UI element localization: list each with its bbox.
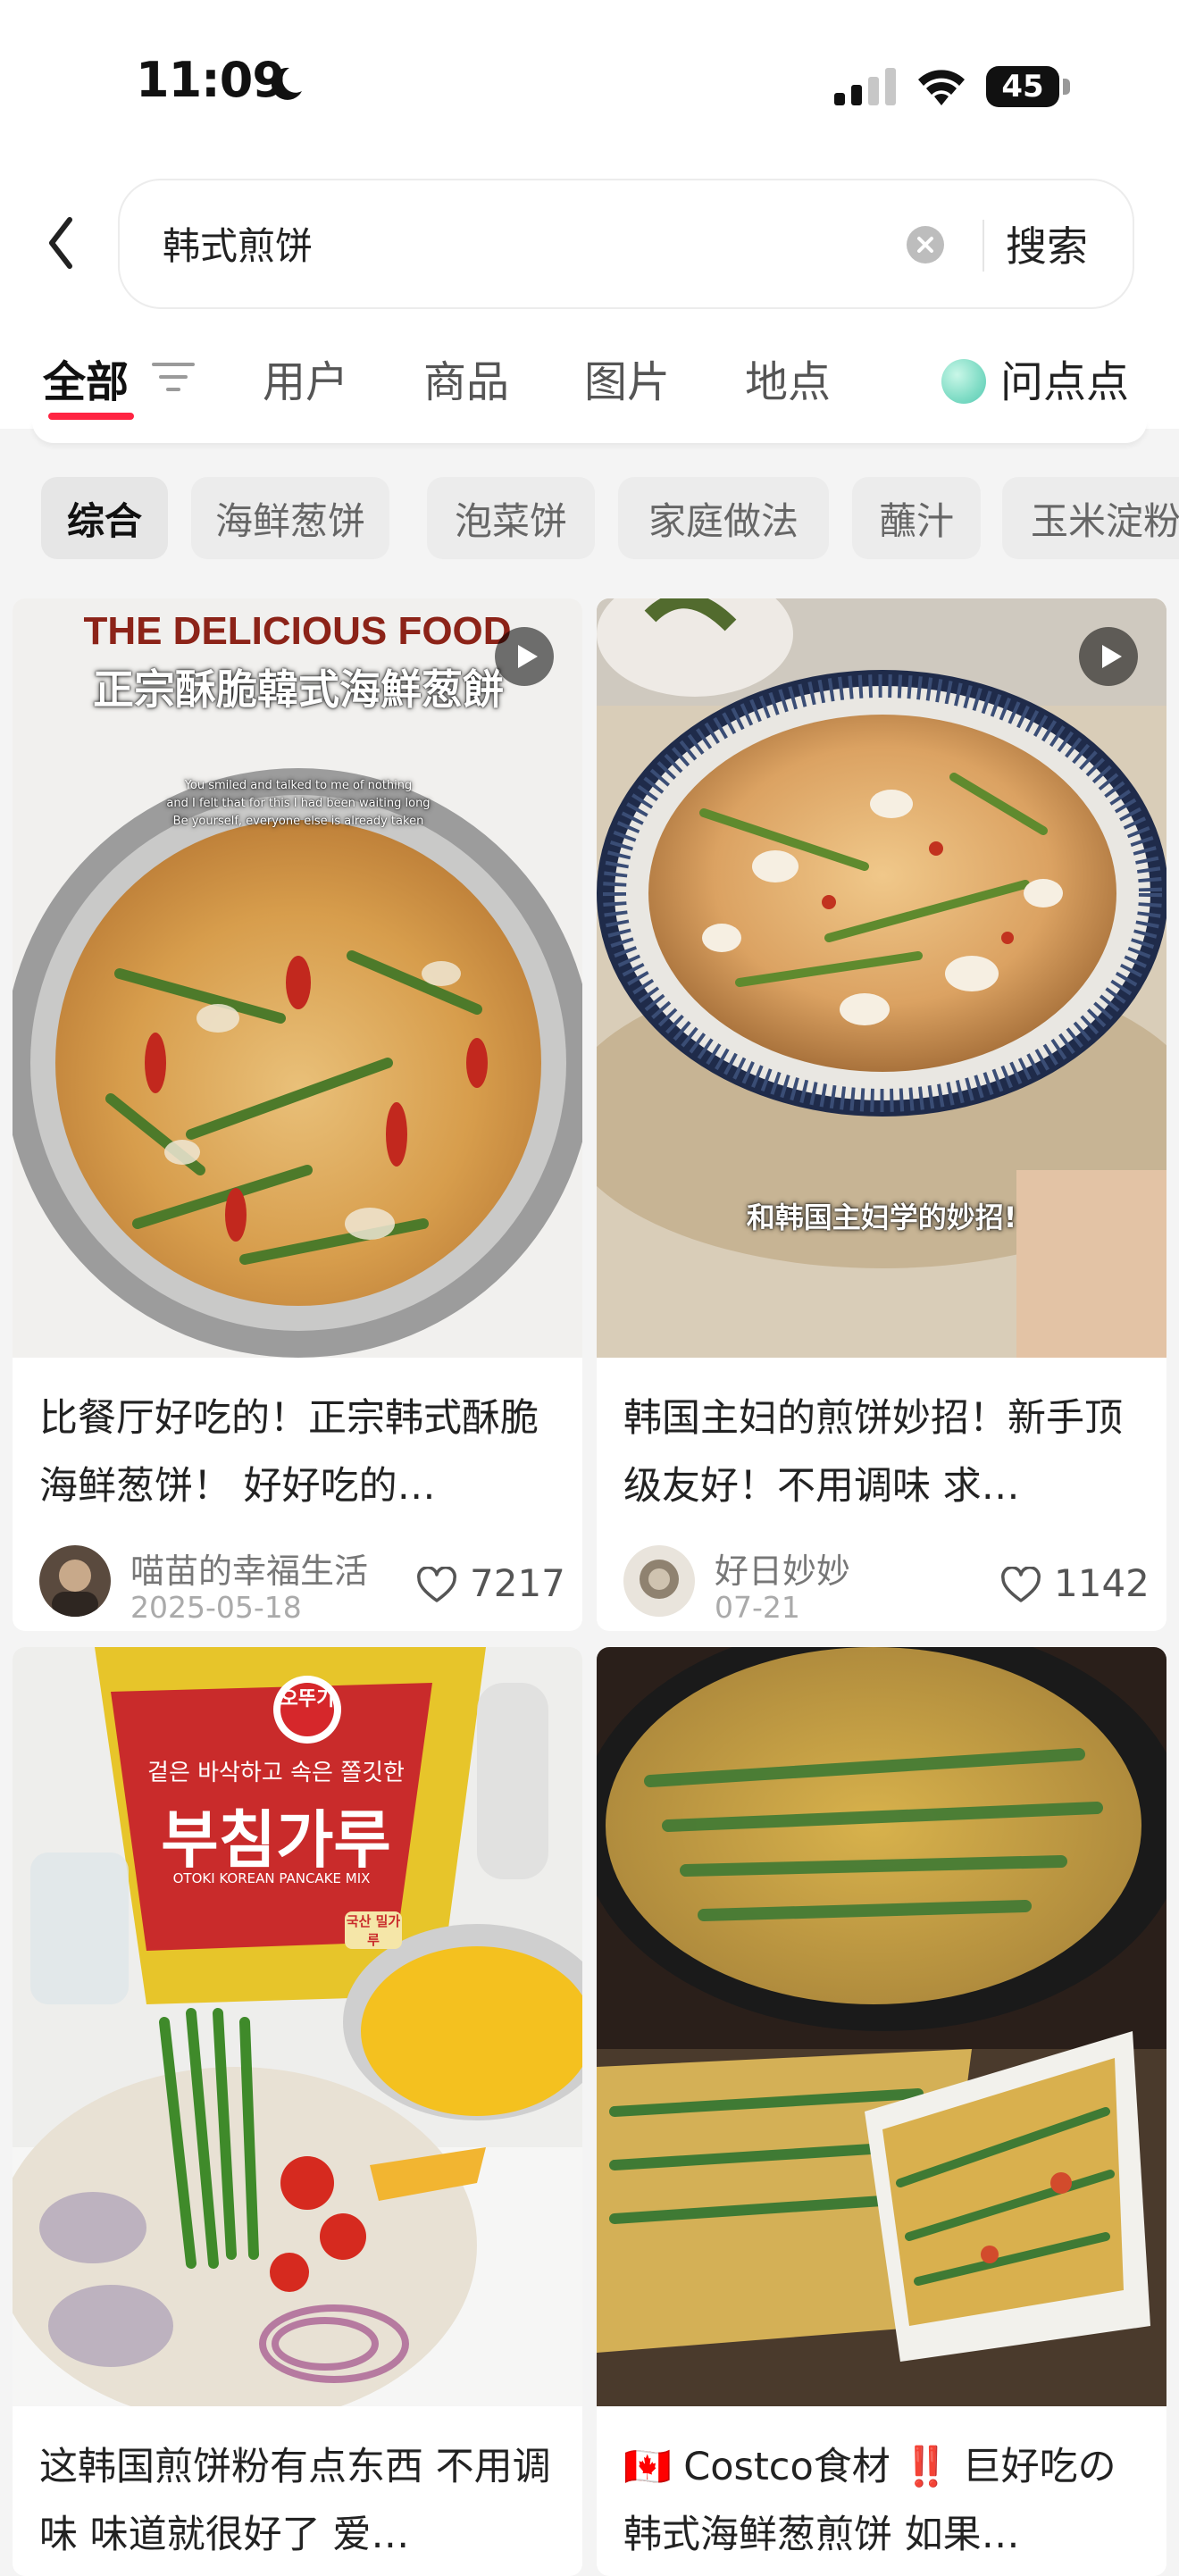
overlay-caption: 和韩国主妇学的妙招! xyxy=(746,1200,1017,1234)
ask-ai-button[interactable]: 问点点 xyxy=(1000,347,1129,409)
package-badge: 국산 밀가루 xyxy=(345,1911,402,1949)
back-arrow-icon[interactable] xyxy=(39,207,82,279)
post-title[interactable]: 这韩国煎饼粉有点东西 不用调味 味道就很好了 爱… xyxy=(39,2433,566,2569)
tab-products[interactable]: 商品 xyxy=(423,347,509,409)
pancake-photo xyxy=(597,598,1166,1358)
post-cover-image[interactable]: THE DELICIOUS FOOD 正宗酥脆韓式海鮮葱餅 You smiled… xyxy=(13,598,582,1358)
play-icon xyxy=(495,627,554,686)
post-cover-image[interactable] xyxy=(597,1647,1166,2406)
post-card[interactable]: 和韩国主妇学的妙招! 韩国主妇的煎饼妙招！新手顶级友好！不用调味 求… 好日妙妙… xyxy=(597,598,1166,1631)
heart-icon[interactable] xyxy=(416,1567,457,1604)
overlay-quote: You smiled and talked to me of nothing a… xyxy=(146,777,450,831)
filter-icon[interactable] xyxy=(150,357,196,397)
avatar[interactable] xyxy=(39,1545,111,1617)
post-title[interactable]: 韩国主妇的煎饼妙招！新手顶级友好！不用调味 求… xyxy=(623,1384,1150,1520)
cellular-signal-icon xyxy=(834,68,896,105)
post-title[interactable]: 比餐厅好吃的！正宗韩式酥脆海鲜葱饼！ 好好吃的… xyxy=(39,1384,566,1520)
overlay-quote-line: You smiled and talked to me of nothing xyxy=(184,779,413,792)
avatar-image xyxy=(623,1545,695,1617)
header-panel-edge xyxy=(32,422,1147,443)
avatar[interactable] xyxy=(623,1545,695,1617)
package-product-name: 부침가루 xyxy=(161,1803,391,1877)
chip-home-style[interactable]: 家庭做法 xyxy=(618,477,829,559)
chip-dipping-sauce[interactable]: 蘸汁 xyxy=(852,477,981,559)
post-date: 07-21 xyxy=(715,1590,800,1625)
chip-kimchi[interactable]: 泡菜饼 xyxy=(427,477,595,559)
like-count: 1142 xyxy=(1054,1561,1150,1605)
overlay-subheading: 正宗酥脆韓式海鮮葱餅 xyxy=(93,665,504,714)
post-card[interactable]: 🇨🇦 Costco食材 ‼️ 巨好吃の韩式海鲜葱煎饼 如果… xyxy=(597,1647,1166,2576)
package-brand: 오뚜기 xyxy=(280,1688,335,1710)
active-tab-indicator xyxy=(48,413,134,420)
author-name[interactable]: 好日妙妙 xyxy=(715,1543,850,1593)
clear-icon[interactable] xyxy=(906,225,945,264)
battery-cap xyxy=(1063,79,1070,95)
heart-icon[interactable] xyxy=(1000,1567,1041,1604)
tab-images[interactable]: 图片 xyxy=(584,347,670,409)
overlay-quote-line: and I felt that for this I had been wait… xyxy=(166,797,431,810)
post-date: 2025-05-18 xyxy=(130,1590,302,1625)
chip-seafood-scallion[interactable]: 海鲜葱饼 xyxy=(191,477,389,559)
post-title[interactable]: 🇨🇦 Costco食材 ‼️ 巨好吃の韩式海鲜葱煎饼 如果… xyxy=(623,2433,1150,2569)
avatar-image xyxy=(39,1545,111,1617)
pancake-photo xyxy=(597,1647,1166,2406)
ask-ai-icon[interactable] xyxy=(941,359,986,404)
battery-indicator: 45 xyxy=(986,66,1059,107)
tab-places[interactable]: 地点 xyxy=(745,347,831,409)
search-header: 韩式煎饼 搜索 全部 用户 商品 图片 地点 问点点 xyxy=(0,170,1179,443)
battery-percent: 45 xyxy=(1001,69,1044,105)
tab-users[interactable]: 用户 xyxy=(263,347,348,409)
status-time: 11:09 xyxy=(136,52,286,108)
filter-chips: 综合 海鲜葱饼 泡菜饼 家庭做法 蘸汁 玉米淀粉 xyxy=(0,473,1179,559)
play-icon xyxy=(1079,627,1138,686)
chip-corn-starch[interactable]: 玉米淀粉 xyxy=(1002,477,1179,559)
post-card[interactable]: 오뚜기 겉은 바삭하고 속은 쫄깃한 부침가루 OTOKI KOREAN PAN… xyxy=(13,1647,582,2576)
category-tabs: 全部 用户 商品 图片 地点 问点点 xyxy=(0,330,1179,420)
wifi-icon xyxy=(918,70,965,105)
package-korean-tagline: 겉은 바삭하고 속은 쫄깃한 xyxy=(147,1760,405,1786)
tab-all[interactable]: 全部 xyxy=(43,347,129,409)
package-subtitle: OTOKI KOREAN PANCAKE MIX xyxy=(172,1870,371,1886)
search-box[interactable]: 韩式煎饼 搜索 xyxy=(118,179,1134,309)
chip-comprehensive[interactable]: 综合 xyxy=(41,477,168,559)
post-cover-image[interactable]: 오뚜기 겉은 바삭하고 속은 쫄깃한 부침가루 OTOKI KOREAN PAN… xyxy=(13,1647,582,2406)
search-input[interactable]: 韩式煎饼 xyxy=(163,216,313,271)
like-count: 7217 xyxy=(470,1561,565,1605)
post-cover-image[interactable]: 和韩国主妇学的妙招! xyxy=(597,598,1166,1358)
status-bar: 11:09 45 xyxy=(0,0,1179,170)
moon-icon xyxy=(271,67,302,100)
post-card[interactable]: THE DELICIOUS FOOD 正宗酥脆韓式海鮮葱餅 You smiled… xyxy=(13,598,582,1631)
search-button[interactable]: 搜索 xyxy=(1006,214,1088,273)
overlay-quote-line: Be yourself, everyone else is already ta… xyxy=(172,815,424,828)
search-divider xyxy=(982,220,984,272)
author-name[interactable]: 喵苗的幸福生活 xyxy=(130,1543,368,1593)
